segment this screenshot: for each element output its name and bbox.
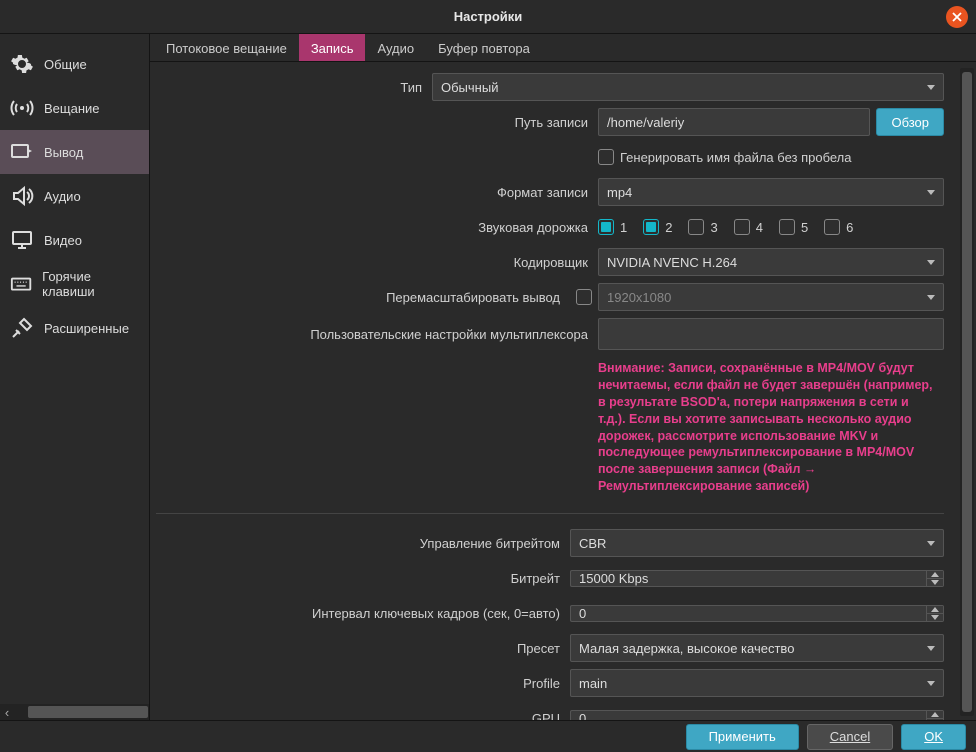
rate-control-select[interactable]: CBR [570, 529, 944, 557]
titlebar: Настройки [0, 0, 976, 34]
gpu-label: GPU [150, 711, 570, 721]
encoder-select[interactable]: NVIDIA NVENC H.264 [598, 248, 944, 276]
keyint-label: Интервал ключевых кадров (сек, 0=авто) [150, 606, 570, 621]
monitor-icon [10, 228, 34, 252]
spinner-down-icon[interactable] [927, 579, 943, 586]
sidebar-item-label: Вывод [44, 145, 83, 160]
speaker-icon [10, 184, 34, 208]
recording-path-input[interactable] [598, 108, 870, 136]
track-2-checkbox[interactable] [643, 219, 659, 235]
preset-select[interactable]: Малая задержка, высокое качество [570, 634, 944, 662]
sidebar-item-label: Аудио [44, 189, 81, 204]
sidebar-item-video[interactable]: Видео [0, 218, 149, 262]
chevron-down-icon [927, 85, 935, 90]
chevron-down-icon [927, 646, 935, 651]
track-6-checkbox[interactable] [824, 219, 840, 235]
rescale-checkbox[interactable] [576, 289, 592, 305]
rate-control-label: Управление битрейтом [150, 536, 570, 551]
sidebar-item-advanced[interactable]: Расширенные [0, 306, 149, 350]
tools-icon [10, 316, 34, 340]
sidebar: Общие Вещание Вывод Аудио Видео Горячие … [0, 34, 150, 720]
broadcast-icon [10, 96, 34, 120]
profile-label: Profile [150, 676, 570, 691]
format-select[interactable]: mp4 [598, 178, 944, 206]
track-1-checkbox[interactable] [598, 219, 614, 235]
browse-button[interactable]: Обзор [876, 108, 944, 136]
generate-filename-checkbox[interactable] [598, 149, 614, 165]
sidebar-item-label: Расширенные [44, 321, 129, 336]
spinner-down-icon[interactable] [927, 719, 943, 721]
path-label: Путь записи [150, 115, 598, 130]
tab-streaming[interactable]: Потоковое вещание [154, 34, 299, 61]
window-title: Настройки [454, 9, 523, 24]
sidebar-item-stream[interactable]: Вещание [0, 86, 149, 130]
ok-button[interactable]: OK [901, 724, 966, 750]
chevron-down-icon [927, 541, 935, 546]
sidebar-item-label: Горячие клавиши [42, 269, 139, 299]
mp4-warning: Внимание: Записи, сохранённые в MP4/MOV … [598, 356, 944, 503]
cancel-button[interactable]: Cancel [807, 724, 893, 750]
encoder-label: Кодировщик [150, 255, 598, 270]
divider [156, 513, 944, 514]
generate-filename-label: Генерировать имя файла без пробела [620, 150, 852, 165]
spinner-down-icon[interactable] [927, 614, 943, 621]
output-icon [10, 140, 34, 164]
type-select[interactable]: Обычный [432, 73, 944, 101]
spinner-up-icon[interactable] [927, 711, 943, 719]
gear-icon [10, 52, 34, 76]
chevron-down-icon [927, 190, 935, 195]
preset-label: Пресет [150, 641, 570, 656]
tab-replay-buffer[interactable]: Буфер повтора [426, 34, 542, 61]
footer: Применить Cancel OK [0, 720, 976, 752]
tab-audio[interactable]: Аудио [365, 34, 426, 61]
sidebar-item-output[interactable]: Вывод [0, 130, 149, 174]
track-label: Звуковая дорожка [150, 220, 598, 235]
chevron-down-icon [927, 681, 935, 686]
scroll-left-icon[interactable]: ‹ [0, 705, 14, 720]
bitrate-label: Битрейт [150, 571, 570, 586]
tabbar: Потоковое вещание Запись Аудио Буфер пов… [150, 34, 976, 62]
sidebar-item-label: Вещание [44, 101, 100, 116]
sidebar-item-hotkeys[interactable]: Горячие клавиши [0, 262, 149, 306]
track-4-checkbox[interactable] [734, 219, 750, 235]
sidebar-item-general[interactable]: Общие [0, 42, 149, 86]
tab-recording[interactable]: Запись [299, 34, 366, 61]
rescale-label: Перемасштабировать вывод [150, 290, 570, 305]
sidebar-item-audio[interactable]: Аудио [0, 174, 149, 218]
mux-label: Пользовательские настройки мультиплексор… [150, 327, 598, 342]
spinner-up-icon[interactable] [927, 571, 943, 579]
bitrate-spinner[interactable]: 15000 Kbps [570, 570, 944, 587]
keyint-spinner[interactable]: 0 [570, 605, 944, 622]
sidebar-item-label: Общие [44, 57, 87, 72]
rescale-select[interactable]: 1920x1080 [598, 283, 944, 311]
close-icon[interactable] [946, 6, 968, 28]
apply-button[interactable]: Применить [686, 724, 799, 750]
format-label: Формат записи [150, 185, 598, 200]
track-5-checkbox[interactable] [779, 219, 795, 235]
mux-input[interactable] [598, 318, 944, 350]
spinner-up-icon[interactable] [927, 606, 943, 614]
chevron-down-icon [927, 260, 935, 265]
sidebar-scrollbar[interactable]: ‹ › [0, 704, 149, 720]
gpu-spinner[interactable]: 0 [570, 710, 944, 721]
type-label: Тип [150, 80, 432, 95]
main-scrollbar[interactable] [960, 68, 974, 716]
profile-select[interactable]: main [570, 669, 944, 697]
sidebar-item-label: Видео [44, 233, 82, 248]
keyboard-icon [10, 272, 32, 296]
chevron-down-icon [927, 295, 935, 300]
track-3-checkbox[interactable] [688, 219, 704, 235]
